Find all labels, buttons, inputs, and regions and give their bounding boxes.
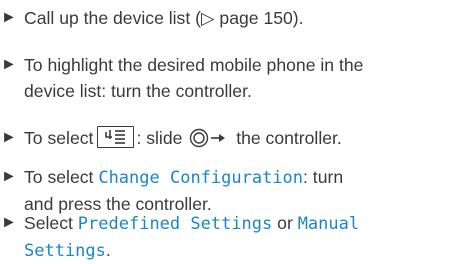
bullet-arrow-icon: ► <box>1 9 17 26</box>
bullet-arrow-icon: ► <box>1 168 17 185</box>
controller-slide-right-icon <box>189 128 231 155</box>
step-text-after: the controller. <box>236 128 342 148</box>
menu-item-reference: Change Configuration <box>98 168 304 188</box>
step-text: Call up the device list (▷ page 150). <box>24 8 304 28</box>
step-text-before: To select <box>24 128 94 148</box>
step-text-line-1: To highlight the desired mobile phone in… <box>24 55 364 75</box>
step-text-after: . <box>105 240 111 260</box>
step-text-after: : turn <box>303 167 344 187</box>
step-text-before: To select <box>24 167 99 187</box>
bullet-arrow-icon: ► <box>1 214 17 231</box>
menu-item-reference: Manual <box>297 214 360 234</box>
list-item: ► Select Predefined Settings or Manual S… <box>0 210 467 264</box>
step-text: To select : slide the controller. <box>24 125 467 155</box>
bullet-arrow-icon: ► <box>1 56 17 73</box>
menu-item-reference: Predefined Settings <box>77 214 273 234</box>
list-item: ► Call up the device list (▷ page 150). <box>0 5 467 31</box>
menu-item-reference: Settings <box>24 241 106 261</box>
menu-list-icon <box>97 126 135 148</box>
step-text-line-2: device list: turn the controller. <box>24 81 252 101</box>
bullet-arrow-icon: ► <box>1 129 17 146</box>
step-text-middle: : slide <box>136 128 183 148</box>
list-item: ► To select : slide the controller. <box>0 125 467 155</box>
step-text-line-1: To select Change Configuration: turn <box>24 164 467 191</box>
list-item: ► To highlight the desired mobile phone … <box>0 52 467 104</box>
step-text-or: or <box>272 213 298 233</box>
step-text-line-1: Select Predefined Settings or Manual <box>24 210 467 237</box>
step-text-before: Select <box>24 213 78 233</box>
